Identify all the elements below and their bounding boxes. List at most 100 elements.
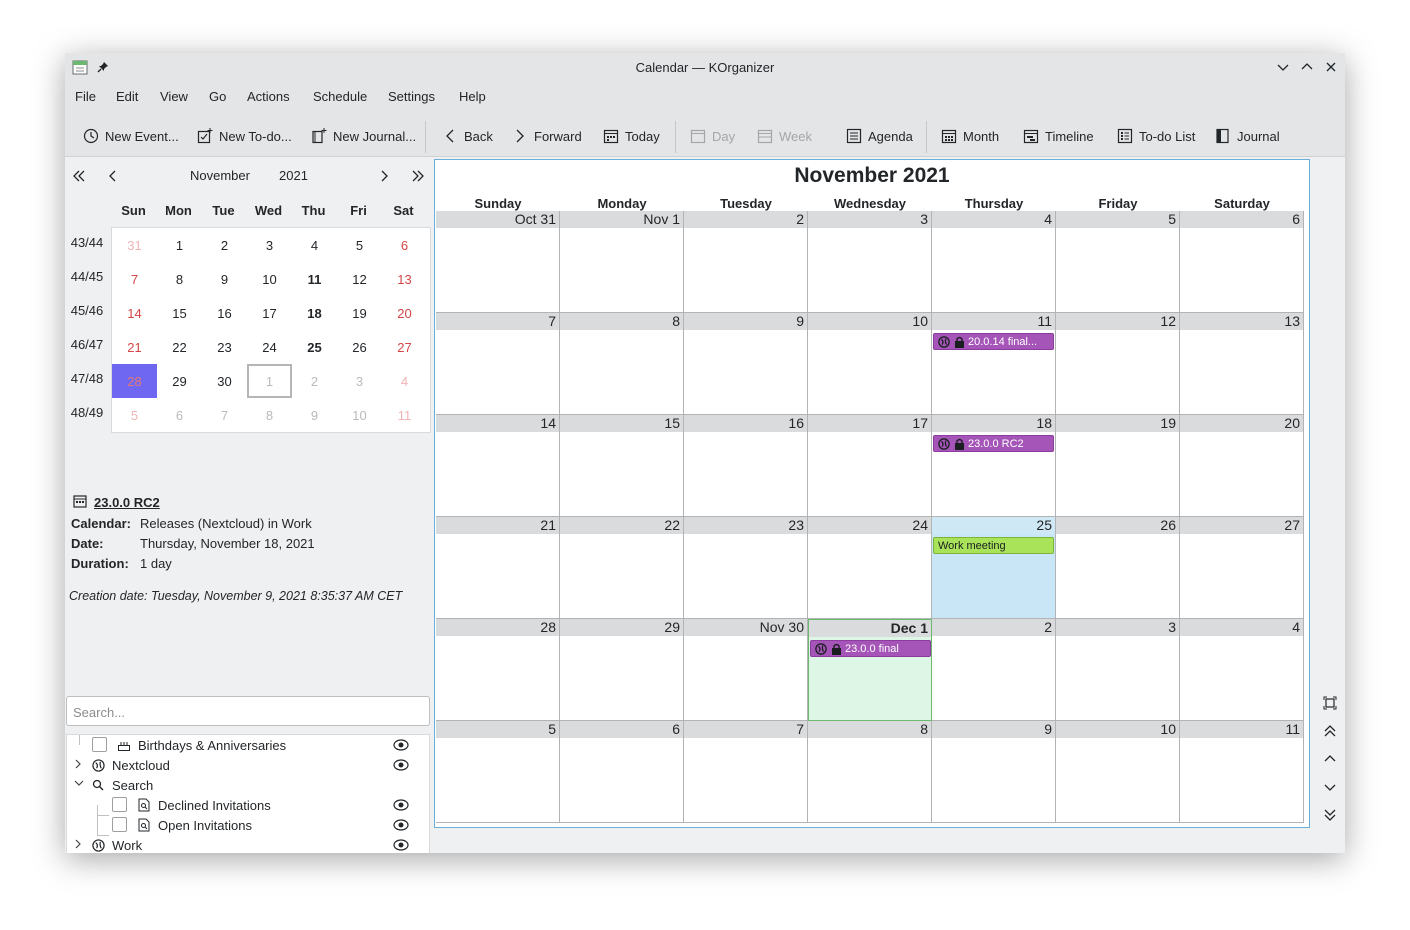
menu-actions[interactable]: Actions <box>247 89 290 104</box>
day-cell[interactable]: 5 <box>1056 211 1180 313</box>
day-cell[interactable]: 25 Work meeting <box>932 517 1056 619</box>
day-cell-header[interactable]: 7 <box>436 313 559 330</box>
eye-icon[interactable] <box>393 797 409 813</box>
navigator-day[interactable]: 13 <box>382 262 427 296</box>
day-cell[interactable]: Nov 1 <box>560 211 684 313</box>
day-cell[interactable]: 18 23.0.0 RC2 <box>932 415 1056 517</box>
calendar-item-birthdays[interactable]: Birthdays & Anniversaries <box>67 735 429 755</box>
day-cell-header[interactable]: 26 <box>1056 517 1179 534</box>
calendar-checkbox[interactable] <box>112 797 127 812</box>
week-view-button[interactable]: Week <box>757 126 812 146</box>
navigator-day[interactable]: 3 <box>337 364 382 398</box>
day-cell[interactable]: 19 <box>1056 415 1180 517</box>
navigator-day[interactable]: 4 <box>382 364 427 398</box>
navigator-week-number[interactable]: 48/49 <box>65 405 109 420</box>
eye-icon[interactable] <box>393 817 409 833</box>
navigator-day[interactable]: 8 <box>247 398 292 432</box>
day-cell-header[interactable]: 3 <box>1056 619 1179 636</box>
day-cell[interactable]: 7 <box>436 313 560 415</box>
new-journal-button[interactable]: New Journal... <box>311 126 416 146</box>
day-cell-header[interactable]: 17 <box>808 415 931 432</box>
timeline-view-button[interactable]: Timeline <box>1023 126 1094 146</box>
day-cell-header[interactable]: 14 <box>436 415 559 432</box>
day-cell-header[interactable]: 12 <box>1056 313 1179 330</box>
close-icon[interactable] <box>1323 59 1339 75</box>
next-month-button[interactable] <box>374 166 394 186</box>
day-cell[interactable]: 6 <box>1180 211 1304 313</box>
day-cell[interactable]: 14 <box>436 415 560 517</box>
day-cell[interactable]: 7 <box>684 721 808 823</box>
calendar-item-nextcloud[interactable]: Nextcloud <box>67 755 429 775</box>
day-cell[interactable]: 21 <box>436 517 560 619</box>
day-cell-header[interactable]: 10 <box>1056 721 1179 738</box>
next-year-button[interactable] <box>408 166 428 186</box>
day-cell[interactable]: 2 <box>932 619 1056 721</box>
day-cell-header[interactable]: 24 <box>808 517 931 534</box>
navigator-day[interactable]: 14 <box>112 296 157 330</box>
day-cell[interactable]: 4 <box>1180 619 1304 721</box>
day-cell[interactable]: 10 <box>808 313 932 415</box>
day-cell-header[interactable]: 11 <box>1180 721 1303 738</box>
navigator-day[interactable]: 26 <box>337 330 382 364</box>
event-info-title[interactable]: 23.0.0 RC2 <box>73 494 160 511</box>
day-cell[interactable]: 20 <box>1180 415 1304 517</box>
eye-icon[interactable] <box>393 837 409 853</box>
navigator-day[interactable]: 5 <box>112 398 157 432</box>
navigator-month[interactable]: November <box>190 168 250 188</box>
eye-icon[interactable] <box>393 737 409 753</box>
day-cell[interactable]: 3 <box>808 211 932 313</box>
day-cell-header[interactable]: 6 <box>560 721 683 738</box>
day-cell-header[interactable]: 5 <box>436 721 559 738</box>
calendar-event[interactable]: 20.0.14 final... <box>933 333 1054 350</box>
day-cell[interactable]: 5 <box>436 721 560 823</box>
day-cell-header[interactable]: 22 <box>560 517 683 534</box>
day-cell[interactable]: 6 <box>560 721 684 823</box>
chevron-right-icon[interactable] <box>73 758 83 773</box>
navigator-day[interactable]: 31 <box>112 228 157 262</box>
day-cell-header[interactable]: Nov 30 <box>684 619 807 636</box>
day-cell[interactable]: 27 <box>1180 517 1304 619</box>
day-cell-header[interactable]: Oct 31 <box>436 211 559 228</box>
day-cell-header[interactable]: Nov 1 <box>560 211 683 228</box>
navigator-week-number[interactable]: 47/48 <box>65 371 109 386</box>
navigator-day[interactable]: 27 <box>382 330 427 364</box>
event-title-link[interactable]: 23.0.0 RC2 <box>94 495 160 510</box>
day-cell[interactable]: 28 <box>436 619 560 721</box>
month-view-button[interactable]: Month <box>941 126 999 146</box>
day-cell-header[interactable]: 11 <box>932 313 1055 330</box>
navigator-day[interactable]: 19 <box>337 296 382 330</box>
day-cell-header[interactable]: Dec 1 <box>809 620 931 637</box>
navigator-day[interactable]: 9 <box>292 398 337 432</box>
day-cell[interactable]: 9 <box>932 721 1056 823</box>
navigator-week-number[interactable]: 45/46 <box>65 303 109 318</box>
navigator-day[interactable]: 11 <box>292 262 337 296</box>
navigator-day[interactable]: 20 <box>382 296 427 330</box>
new-event-button[interactable]: New Event... <box>83 126 179 146</box>
day-cell[interactable]: 11 <box>1180 721 1304 823</box>
calendar-checkbox[interactable] <box>112 817 127 832</box>
navigator-day[interactable]: 3 <box>247 228 292 262</box>
day-cell-header[interactable]: 15 <box>560 415 683 432</box>
day-cell[interactable]: Oct 31 <box>436 211 560 313</box>
today-button[interactable]: Today <box>603 126 660 146</box>
day-cell[interactable]: Nov 30 <box>684 619 808 721</box>
day-cell-header[interactable]: 4 <box>1180 619 1303 636</box>
previous-month-button[interactable] <box>103 166 123 186</box>
maximize-icon[interactable] <box>1299 59 1315 75</box>
menu-file[interactable]: File <box>75 89 96 104</box>
day-cell[interactable]: 17 <box>808 415 932 517</box>
day-cell[interactable]: Dec 1 23.0.0 final <box>808 619 932 721</box>
navigator-day[interactable]: 15 <box>157 296 202 330</box>
chevron-right-icon[interactable] <box>73 838 83 853</box>
day-cell-header[interactable]: 16 <box>684 415 807 432</box>
todo-list-view-button[interactable]: To-do List <box>1117 126 1195 146</box>
navigator-day[interactable]: 18 <box>292 296 337 330</box>
day-cell-header[interactable]: 7 <box>684 721 807 738</box>
day-cell[interactable]: 8 <box>560 313 684 415</box>
navigator-day[interactable]: 11 <box>382 398 427 432</box>
day-cell-header[interactable]: 21 <box>436 517 559 534</box>
forward-button[interactable]: Forward <box>512 126 582 146</box>
navigator-day[interactable]: 2 <box>292 364 337 398</box>
day-cell[interactable]: 11 20.0.14 final... <box>932 313 1056 415</box>
agenda-view-button[interactable]: Agenda <box>846 126 913 146</box>
